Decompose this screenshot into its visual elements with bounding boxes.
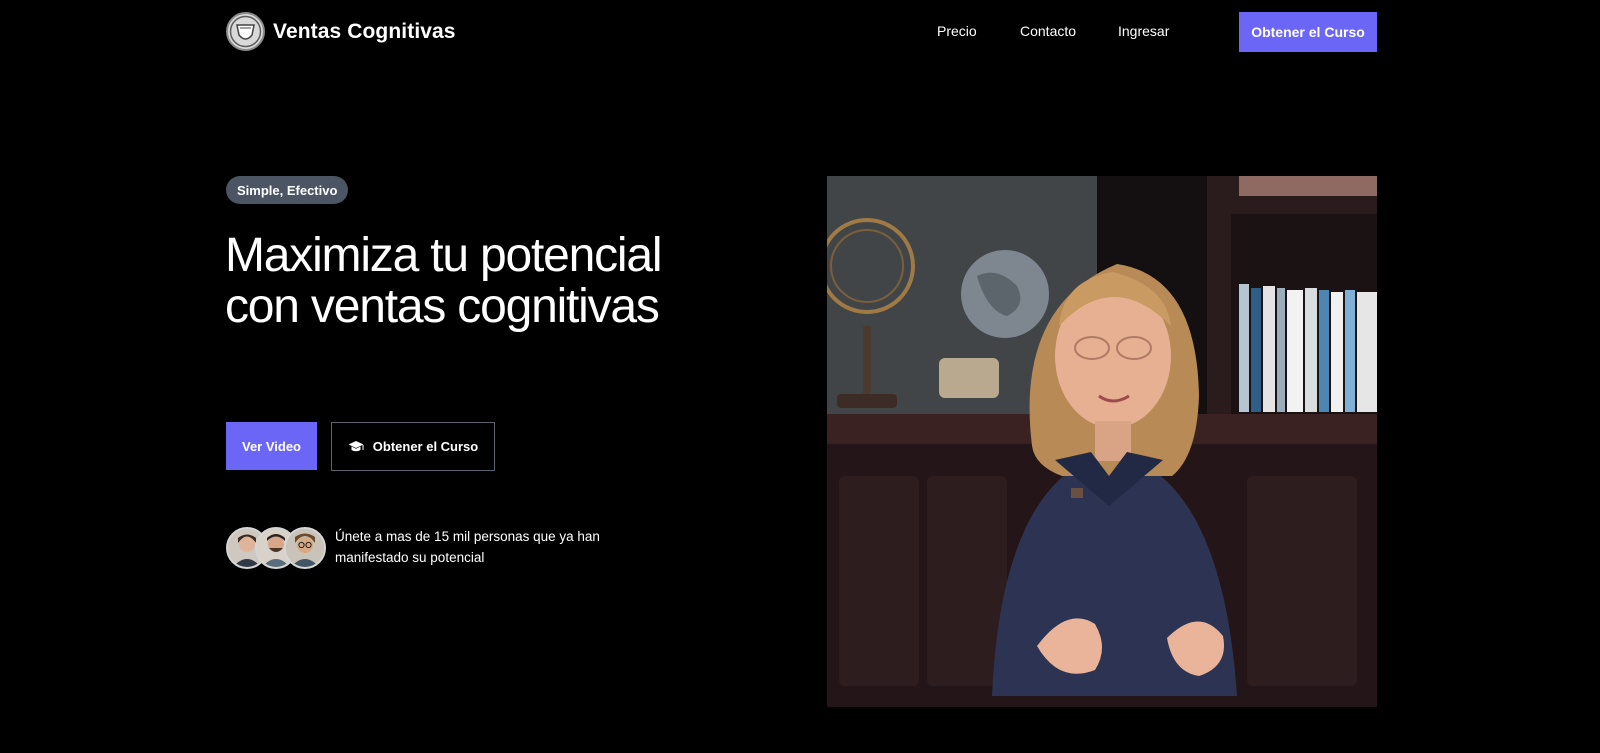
- top-navbar: Ventas Cognitivas Precio Contacto Ingres…: [0, 0, 1600, 64]
- avatar: [284, 527, 326, 569]
- get-course-hero-button[interactable]: Obtener el Curso: [331, 422, 495, 471]
- nav-link-contacto[interactable]: Contacto: [1020, 23, 1076, 39]
- watch-video-button[interactable]: Ver Video: [226, 422, 317, 470]
- brand-logo-icon: [226, 12, 265, 51]
- nav-link-ingresar[interactable]: Ingresar: [1118, 23, 1169, 39]
- get-course-hero-label: Obtener el Curso: [372, 439, 479, 454]
- brand-name: Ventas Cognitivas: [273, 19, 456, 43]
- hero-badge: Simple, Efectivo: [226, 176, 349, 204]
- hero-title: Maximiza tu potencial con ventas cogniti…: [225, 229, 663, 333]
- brand-link[interactable]: Ventas Cognitivas: [226, 12, 456, 51]
- social-proof-text: Únete a mas de 15 mil personas que ya ha…: [335, 529, 600, 565]
- nav-link-precio[interactable]: Precio: [937, 23, 977, 39]
- graduation-cap-icon: [348, 440, 364, 451]
- presenter-video-still: [827, 176, 1377, 707]
- hero-video[interactable]: [827, 176, 1377, 707]
- get-course-nav-button[interactable]: Obtener el Curso: [1239, 12, 1377, 52]
- avatar-group: [226, 527, 326, 569]
